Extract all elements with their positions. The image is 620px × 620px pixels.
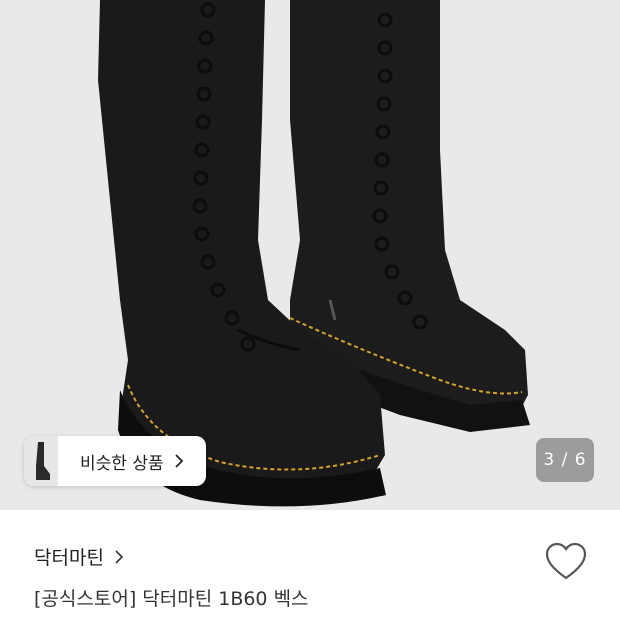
chevron-right-icon — [174, 454, 183, 468]
image-page-counter: 3 / 6 — [536, 438, 594, 482]
product-image[interactable] — [0, 0, 620, 510]
similar-products-label: 비슷한 상품 — [80, 453, 164, 474]
boots-illustration — [98, 0, 530, 507]
similar-product-thumbnail — [24, 436, 58, 486]
wishlist-button[interactable] — [544, 542, 588, 582]
brand-name: 닥터마틴 — [34, 547, 104, 569]
heart-outline-icon — [545, 542, 587, 580]
chevron-right-icon — [115, 549, 124, 564]
boot-thumbnail-icon — [36, 442, 50, 480]
brand-link[interactable]: 닥터마틴 — [34, 543, 124, 570]
product-title: [공식스토어] 닥터마틴 1B60 벡스 — [34, 588, 309, 610]
similar-products-button[interactable]: 비슷한 상품 — [24, 436, 206, 486]
